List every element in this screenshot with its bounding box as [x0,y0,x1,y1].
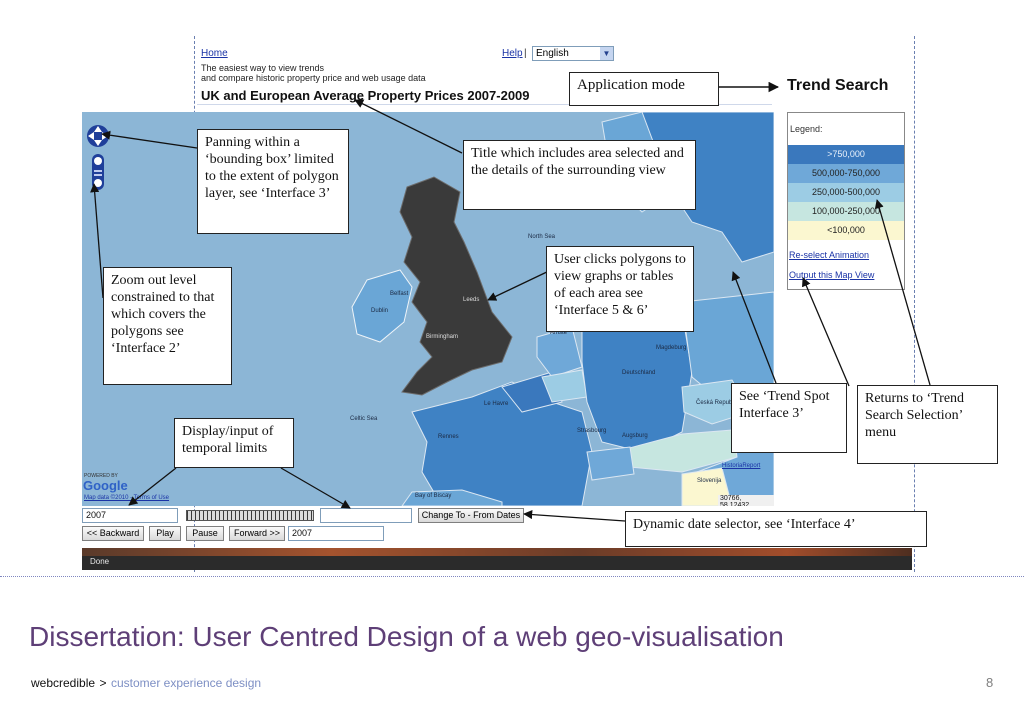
footer-separator: > [99,676,107,690]
language-selected-value: English [536,48,569,59]
map-label-augsburg: Augsburg [622,433,648,439]
callout-zoom-out: Zoom out level constrained to that which… [103,267,232,385]
map-tag: HistoriaReport [722,463,761,469]
callout-display-input: Display/input of temporal limits [174,418,294,468]
callout-title-info: Title which includes area selected and t… [463,140,696,210]
date-slider[interactable] [186,510,314,521]
coordinate-readout: 30766, 58.12432 [718,495,774,506]
forward-button[interactable]: Forward >> [229,526,285,541]
callout-returns: Returns to ‘Trend Search Selection’ menu [857,385,998,464]
app-title: UK and European Average Property Prices … [201,88,530,103]
change-dates-button[interactable]: Change To - From Dates [418,508,524,523]
map-label-birmingham: Birmingham [426,334,459,340]
app-frame-right-border [914,36,915,572]
map-label-celtic-sea: Celtic Sea [350,416,378,422]
map-label-deutschland: Deutschland [622,370,656,376]
status-bar: Done [82,556,912,570]
legend-row-5: <100,000 [788,221,904,240]
end-year-input[interactable]: 2007 [288,526,384,541]
legend-row-3: 250,000-500,000 [788,183,904,202]
map-label-north-sea: North Sea [528,234,556,240]
slide-title: Dissertation: User Centred Design of a w… [29,621,784,652]
pan-control[interactable] [87,125,109,147]
footer-breadcrumb: webcredible > customer experience design [31,674,261,692]
zoom-control[interactable] [92,154,104,190]
legend-panel: Legend: >750,000 500,000-750,000 250,000… [787,112,905,290]
pause-button[interactable]: Pause [186,526,224,541]
output-map-view-link[interactable]: Output this Map View [789,270,874,280]
map-label-dublin: Dublin [371,308,389,314]
map-label-leeds: Leeds [463,297,480,303]
legend-row-1: >750,000 [788,145,904,164]
callout-panning: Panning within a ‘bounding box’ limited … [197,129,349,234]
map-label-magdeburg: Magdeburg [656,345,687,351]
play-button[interactable]: Play [149,526,181,541]
date-range-input[interactable] [320,508,412,523]
google-logo: Google [83,478,128,493]
mode-label: Trend Search [787,77,889,94]
callout-trend-spot: See ‘Trend Spot Interface 3’ [731,383,847,453]
footer-section: customer experience design [110,676,262,690]
slide-divider [0,576,1024,577]
map-label-bay-of-biscay: Bay of Biscay [415,493,452,499]
start-year-input[interactable]: 2007 [82,508,178,523]
map-label-rennes: Rennes [438,434,459,440]
legend-rows: >750,000 500,000-750,000 250,000-500,000… [788,145,904,240]
home-link[interactable]: Home [201,48,228,59]
legend-heading: Legend: [790,124,823,134]
callout-user-clicks: User clicks polygons to view graphs or t… [546,246,694,332]
map-label-le-havre: Le Havre [484,401,509,407]
page-number: 8 [986,675,994,690]
backward-button[interactable]: << Backward [82,526,144,541]
callout-dynamic-date: Dynamic date selector, see ‘Interface 4’ [625,511,927,547]
chevron-down-icon: ▼ [600,47,613,60]
map-label-belfast: Belfast [390,291,409,297]
status-text: Done [90,557,110,566]
help-link[interactable]: Help [502,48,523,59]
legend-row-2: 500,000-750,000 [788,164,904,183]
footer-brand: webcredible [31,676,96,690]
map-data-attribution[interactable]: Map data ©2010 - Terms of Use [84,495,169,501]
map-label-strasbourg: Strasbourg [577,428,607,434]
tagline-line-2: and compare historic property price and … [201,73,426,83]
callout-app-mode: Application mode [569,72,719,106]
reselect-animation-link[interactable]: Re-select Animation [789,250,869,260]
language-select[interactable]: English ▼ [532,46,614,61]
header-separator: | [524,48,527,59]
legend-row-4: 100,000-250,000 [788,202,904,221]
map-label-slovenia: Slovenija [697,478,722,484]
